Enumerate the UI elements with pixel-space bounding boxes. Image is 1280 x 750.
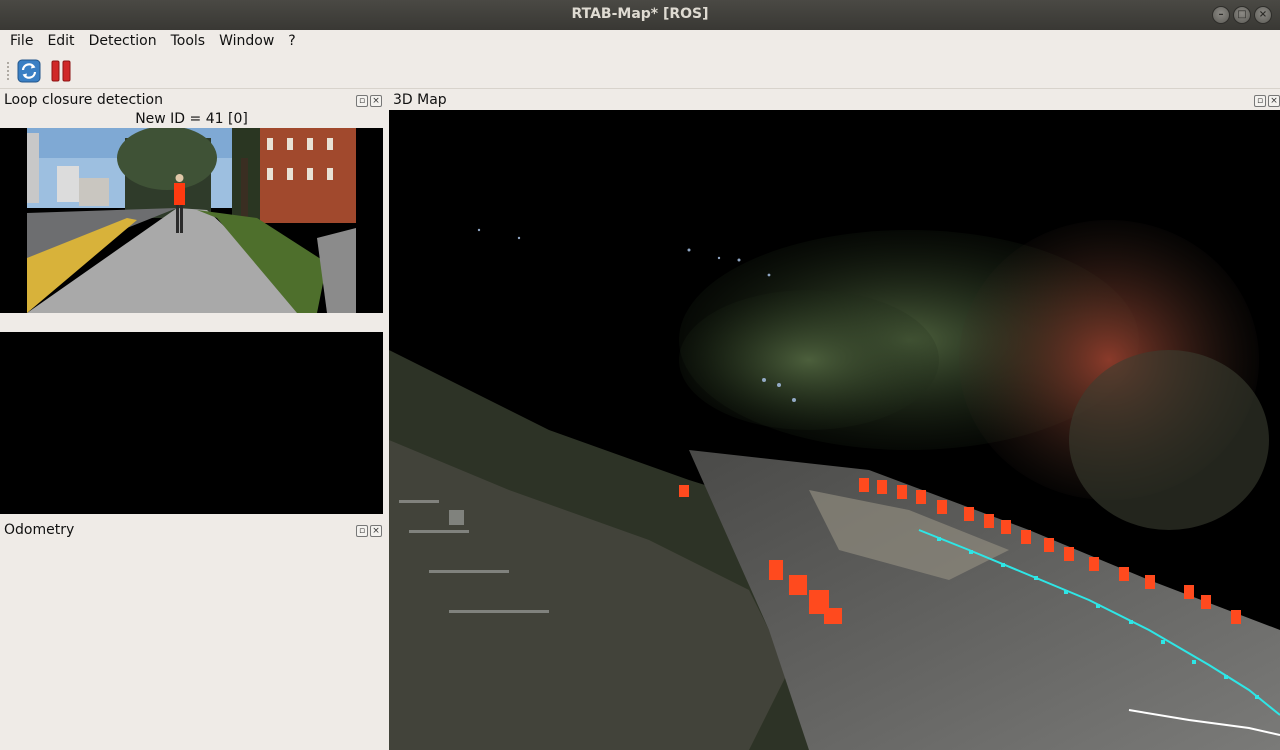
loop-closure-match-view[interactable] — [0, 332, 383, 514]
loop-closure-dock-buttons: ▫ × — [356, 95, 382, 107]
3d-map-viewport[interactable] — [389, 110, 1280, 750]
toolbar-grip-handle[interactable] — [6, 61, 10, 81]
odometry-dock-title: Odometry — [4, 522, 75, 538]
close-icon[interactable]: × — [370, 525, 382, 537]
float-icon[interactable]: ▫ — [356, 95, 368, 107]
close-icon[interactable]: × — [370, 95, 382, 107]
map-dock-buttons: ▫ × — [1254, 95, 1280, 107]
close-icon[interactable]: × — [1268, 95, 1280, 107]
close-button[interactable]: × — [1254, 6, 1272, 24]
menu-tools[interactable]: Tools — [164, 30, 213, 52]
odometry-dock-buttons: ▫ × — [356, 525, 382, 537]
main-toolbar — [0, 53, 1280, 89]
window-controls: – □ × — [1212, 6, 1272, 24]
loop-closure-dock-title: Loop closure detection — [4, 92, 163, 108]
menu-file[interactable]: File — [3, 30, 40, 52]
float-icon[interactable]: ▫ — [1254, 95, 1266, 107]
pause-button[interactable] — [47, 57, 75, 85]
window-title: RTAB-Map* [ROS] — [571, 6, 709, 22]
menu-window[interactable]: Window — [212, 30, 281, 52]
map-dock-title: 3D Map — [393, 92, 447, 108]
menu-bar: File Edit Detection Tools Window ? — [0, 30, 1280, 52]
point-cloud-map — [389, 220, 1280, 750]
maximize-button[interactable]: □ — [1233, 6, 1251, 24]
camera-image — [27, 128, 356, 313]
loop-closure-image-view[interactable] — [0, 128, 383, 313]
pause-icon — [51, 60, 71, 82]
menu-detection[interactable]: Detection — [82, 30, 164, 52]
refresh-icon — [17, 59, 41, 83]
new-id-label: New ID = 41 [0] — [135, 111, 248, 127]
refresh-button[interactable] — [15, 57, 43, 85]
minimize-button[interactable]: – — [1212, 6, 1230, 24]
menu-help[interactable]: ? — [281, 30, 302, 52]
window-titlebar[interactable]: RTAB-Map* [ROS] – □ × — [0, 0, 1280, 30]
float-icon[interactable]: ▫ — [356, 525, 368, 537]
menu-edit[interactable]: Edit — [40, 30, 81, 52]
